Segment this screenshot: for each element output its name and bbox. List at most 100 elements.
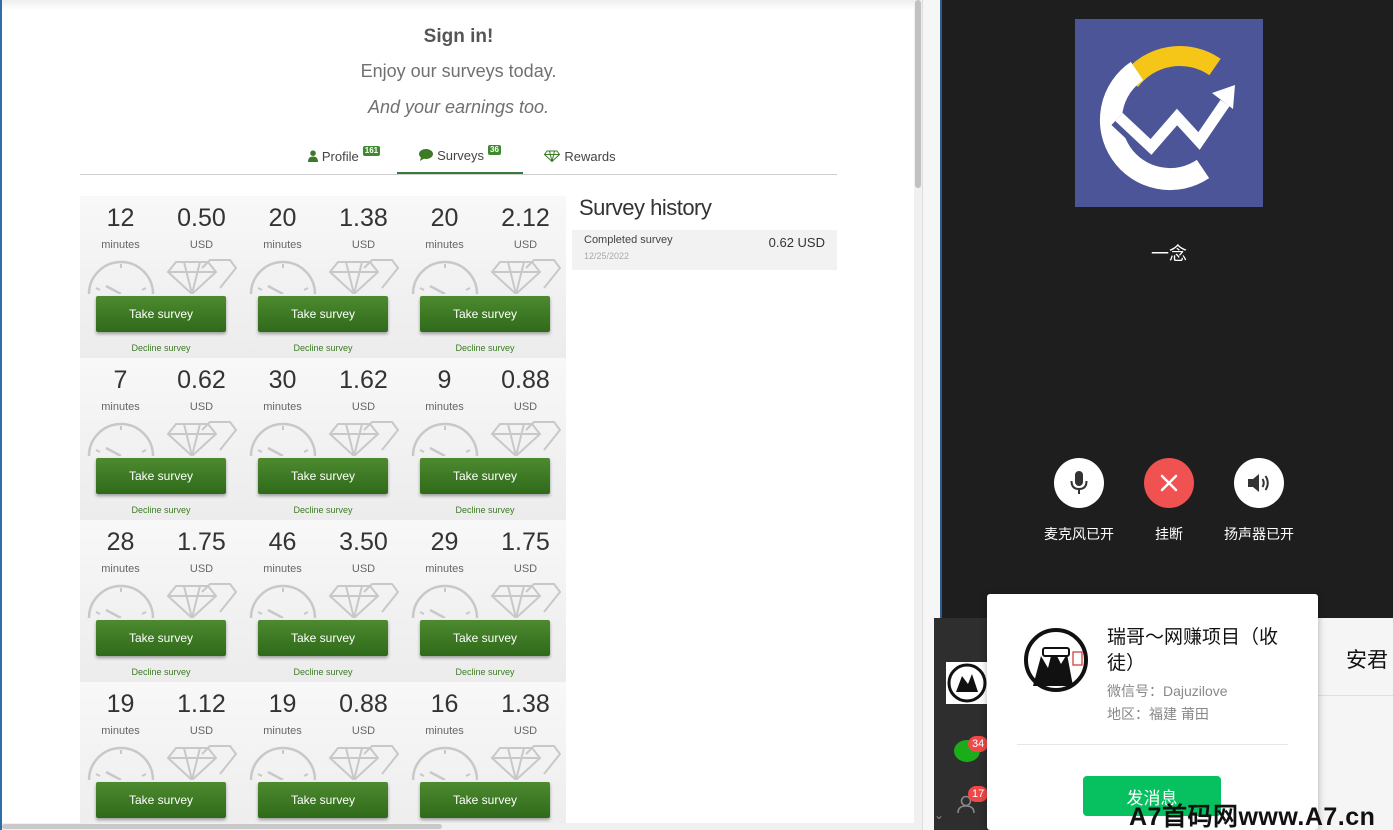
decline-survey-link[interactable]: Decline survey — [242, 667, 404, 677]
wechat-id-value: Dajuzilove — [1163, 683, 1228, 699]
contact-avatar[interactable] — [1017, 626, 1091, 700]
reward-gem — [326, 744, 400, 782]
take-survey-button[interactable]: Take survey — [96, 296, 226, 332]
take-survey-button[interactable]: Take survey — [420, 458, 550, 494]
clock-gauge-icon — [249, 746, 317, 782]
clock-gauge — [86, 582, 156, 620]
survey-reward: 1.75 — [501, 528, 550, 556]
minutes-unit: minutes — [101, 563, 140, 575]
take-survey-button[interactable]: Take survey — [96, 782, 226, 818]
take-survey-button[interactable]: Take survey — [258, 782, 388, 818]
take-survey-button[interactable]: Take survey — [96, 620, 226, 656]
clock-gauge — [410, 420, 480, 458]
profile-badge: 161 — [362, 146, 381, 156]
speaker-label: 扬声器已开 — [1224, 526, 1294, 542]
take-survey-button[interactable]: Take survey — [258, 296, 388, 332]
survey-reward: 1.62 — [339, 366, 388, 394]
chat-sidebar: 34 17 ⌄ — [934, 618, 989, 830]
screen: Sign in! Enjoy our surveys today. And yo… — [0, 0, 1393, 830]
diamond-icon — [166, 259, 238, 296]
take-survey-button[interactable]: Take survey — [258, 620, 388, 656]
clock-gauge-icon — [411, 422, 479, 458]
speaker-button[interactable] — [1234, 458, 1284, 508]
hero-subtitle: Enjoy our surveys today. — [360, 61, 557, 81]
ink-avatar-icon — [947, 663, 987, 703]
currency-unit: USD — [513, 401, 538, 413]
survey-card: 20 1.38 minutes USD Take survey Decline surve… — [242, 196, 404, 358]
clock-gauge — [248, 582, 318, 620]
survey-card: 30 1.62 minutes USD Take survey Decline surve… — [242, 358, 404, 520]
clock-gauge — [248, 420, 318, 458]
tab-rewards[interactable]: Rewards — [530, 138, 630, 174]
unread-contacts-badge: 17 — [968, 786, 989, 802]
survey-reward: 0.88 — [501, 366, 550, 394]
vertical-scrollbar[interactable] — [914, 0, 922, 830]
region-value: 福建 莆田 — [1149, 706, 1209, 722]
chevron-down-icon[interactable]: ⌄ — [934, 808, 944, 822]
ink-wolf-avatar-icon — [1017, 626, 1091, 700]
surveys-badge: 36 — [488, 145, 501, 155]
survey-minutes: 20 — [268, 204, 297, 232]
take-survey-button[interactable]: Take survey — [420, 782, 550, 818]
decline-survey-link[interactable]: Decline survey — [404, 343, 566, 353]
take-survey-button[interactable]: Take survey — [420, 296, 550, 332]
divider — [1316, 695, 1393, 696]
survey-minutes: 19 — [268, 690, 297, 718]
region-row: 地区：福建 莆田 — [1107, 704, 1209, 724]
reward-gem — [326, 582, 400, 620]
tab-surveys[interactable]: Surveys 36 — [397, 138, 523, 174]
survey-card: 7 0.62 minutes USD Take survey Decline survey — [80, 358, 242, 520]
clock-gauge-icon — [87, 422, 155, 458]
survey-minutes: 28 — [106, 528, 135, 556]
decline-survey-link[interactable]: Decline survey — [80, 505, 242, 515]
minutes-unit: minutes — [263, 239, 302, 251]
currency-unit: USD — [189, 563, 214, 575]
minutes-unit: minutes — [101, 725, 140, 737]
user-avatar[interactable] — [946, 662, 988, 704]
decline-survey-link[interactable]: Decline survey — [80, 343, 242, 353]
vertical-scrollbar-thumb[interactable] — [915, 0, 921, 188]
currency-unit: USD — [513, 239, 538, 251]
survey-minutes: 9 — [437, 366, 452, 394]
decline-survey-link[interactable]: Decline survey — [242, 505, 404, 515]
clock-gauge — [410, 582, 480, 620]
decline-survey-link[interactable]: Decline survey — [404, 667, 566, 677]
clock-gauge — [86, 744, 156, 782]
survey-minutes: 16 — [430, 690, 459, 718]
hang-up-button[interactable] — [1144, 458, 1194, 508]
take-survey-button[interactable]: Take survey — [258, 458, 388, 494]
take-survey-button[interactable]: Take survey — [96, 458, 226, 494]
horizontal-scrollbar[interactable] — [2, 823, 922, 830]
currency-unit: USD — [351, 725, 376, 737]
divider — [1017, 744, 1288, 745]
decline-survey-link[interactable]: Decline survey — [404, 505, 566, 515]
diamond-icon — [490, 745, 562, 782]
tab-rewards-label: Rewards — [564, 148, 616, 164]
decline-survey-link[interactable]: Decline survey — [80, 667, 242, 677]
minutes-unit: minutes — [101, 401, 140, 413]
minutes-unit: minutes — [425, 401, 464, 413]
currency-unit: USD — [189, 725, 214, 737]
take-survey-button[interactable]: Take survey — [420, 620, 550, 656]
unread-messages-badge: 34 — [968, 736, 989, 752]
clock-gauge-icon — [411, 260, 479, 296]
history-item-label: Completed survey — [584, 234, 673, 246]
clock-gauge — [410, 744, 480, 782]
minutes-unit: minutes — [263, 401, 302, 413]
clock-gauge-icon — [87, 584, 155, 620]
minutes-unit: minutes — [425, 239, 464, 251]
decline-survey-link[interactable]: Decline survey — [242, 343, 404, 353]
reward-gem — [164, 420, 238, 458]
tab-profile[interactable]: Profile 161 — [292, 138, 396, 174]
clock-gauge-icon — [411, 746, 479, 782]
diamond-icon — [328, 745, 400, 782]
microphone-button[interactable] — [1054, 458, 1104, 508]
horizontal-scrollbar-thumb[interactable] — [2, 824, 442, 829]
clock-gauge-icon — [249, 584, 317, 620]
hero-tagline: And your earnings too. — [367, 97, 550, 117]
currency-unit: USD — [513, 563, 538, 575]
caller-name: 一念 — [1151, 244, 1187, 264]
survey-card: 20 2.12 minutes USD Take survey Decline surve… — [404, 196, 566, 358]
survey-history-title: Survey history — [579, 195, 712, 220]
diamond-icon — [490, 421, 562, 458]
